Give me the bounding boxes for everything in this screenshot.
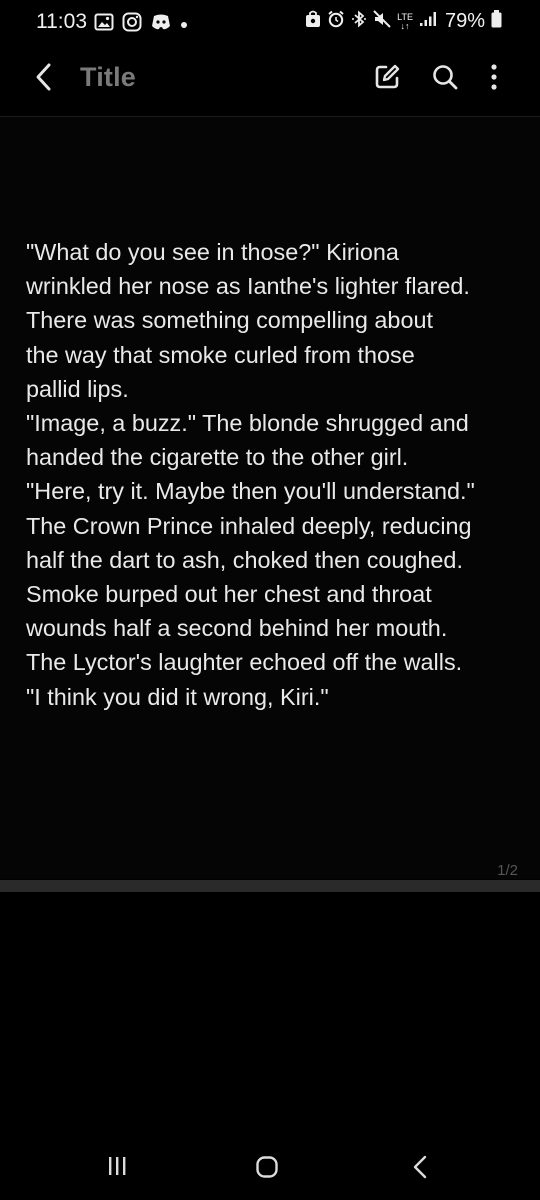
note-line: pallid lips. [26, 375, 129, 402]
battery-percent: 79% [444, 10, 485, 32]
edit-icon [372, 62, 402, 97]
note-line: "Here, try it. Maybe then you'll underst… [26, 478, 475, 505]
edit-button[interactable] [370, 62, 404, 96]
alarm-icon [327, 10, 345, 33]
battery-icon [491, 10, 502, 33]
app-bar: Title [0, 44, 540, 116]
note-line: the way that smoke curled from those [26, 341, 415, 368]
screen: 11:03 LTE ↓↑ 79% Title "What do you see … [0, 0, 540, 1200]
search-icon [430, 62, 460, 97]
page-indicator: 1/2 [497, 862, 518, 879]
gallery-icon [94, 13, 114, 36]
note-line: Smoke burped out her chest and throat [26, 581, 432, 608]
more-vertical-icon [490, 63, 498, 96]
note-line: handed the cigarette to the other girl. [26, 444, 409, 471]
search-button[interactable] [428, 62, 462, 96]
bag-icon [305, 10, 321, 33]
chevron-left-icon [34, 62, 54, 97]
discord-icon [150, 13, 172, 36]
more-options-button[interactable] [480, 62, 508, 96]
note-line: "Image, a buzz." The blonde shrugged and [26, 410, 469, 437]
back-icon [411, 1155, 429, 1184]
page-divider [0, 880, 540, 892]
note-page[interactable]: "What do you see in those?" Kiriona wrin… [0, 117, 540, 879]
home-icon [255, 1155, 279, 1184]
note-line: wounds half a second behind her mouth. [26, 615, 448, 642]
back-button[interactable] [28, 62, 60, 96]
home-button[interactable] [254, 1155, 280, 1184]
navigation-bar [0, 1140, 540, 1196]
mute-icon [373, 10, 391, 33]
note-line: "I think you did it wrong, Kiri." [26, 683, 329, 710]
note-title[interactable]: Title [80, 62, 136, 93]
signal-icon [419, 11, 439, 32]
status-left-icons [94, 12, 188, 37]
status-bar: 11:03 LTE ↓↑ 79% [0, 0, 540, 44]
note-line: wrinkled her nose as Ianthe's lighter fl… [26, 273, 470, 300]
instagram-icon [122, 12, 142, 37]
lte-label: LTE [397, 11, 413, 22]
note-body[interactable]: "What do you see in those?" Kiriona wrin… [26, 235, 522, 714]
status-right-icons: LTE ↓↑ 79% [305, 10, 502, 33]
dot-icon [180, 16, 188, 34]
nav-back-button[interactable] [408, 1155, 432, 1184]
note-line: "What do you see in those?" Kiriona [26, 239, 399, 265]
recent-apps-button[interactable] [104, 1156, 130, 1180]
note-line: The Crown Prince inhaled deeply, reducin… [26, 512, 472, 539]
lte-icon: LTE ↓↑ [397, 11, 413, 31]
note-line: The Lyctor's laughter echoed off the wal… [26, 649, 463, 676]
bluetooth-icon [351, 10, 367, 33]
note-line: There was something compelling about [26, 307, 433, 334]
note-line: half the dart to ash, choked then coughe… [26, 546, 463, 573]
recent-apps-icon [106, 1155, 128, 1182]
status-time: 11:03 [36, 10, 87, 33]
